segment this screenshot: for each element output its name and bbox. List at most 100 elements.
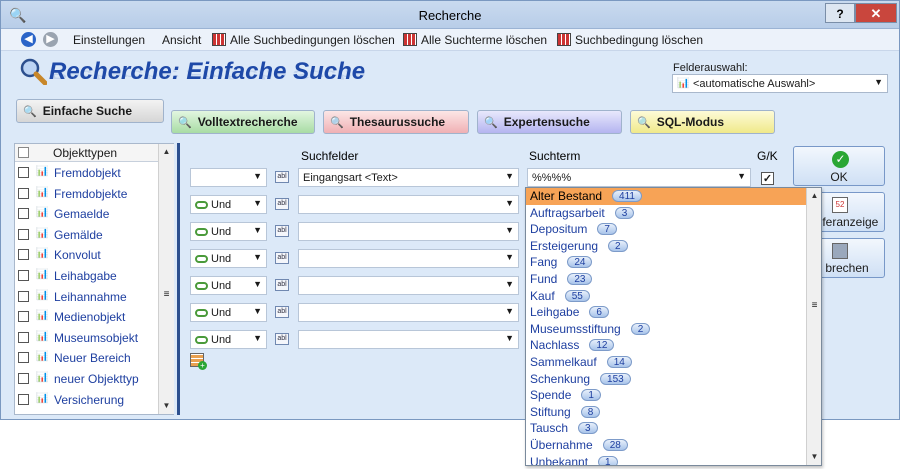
suggestion-item[interactable]: Nachlass 12 — [526, 337, 806, 354]
suggestion-item[interactable]: Depositum 7 — [526, 221, 806, 238]
object-type-label[interactable]: Versicherung — [54, 393, 124, 407]
search-field-select[interactable]: ▼ — [298, 303, 519, 322]
field-selection-select[interactable]: 📊 <automatische Auswahl> ▼ — [672, 74, 888, 93]
object-type-item[interactable]: 📊 Fremdobjekte — [15, 184, 158, 205]
forward-arrow-icon[interactable]: ▶ — [43, 32, 58, 47]
text-type-icon[interactable]: abl — [275, 252, 289, 264]
search-term-input[interactable]: %%%% ▼ — [527, 168, 751, 187]
object-type-checkbox[interactable] — [18, 167, 29, 178]
object-type-checkbox[interactable] — [18, 352, 29, 364]
operator-select[interactable]: Und ▼ — [190, 222, 267, 241]
suggestion-item[interactable]: Alter Bestand 411 — [526, 188, 806, 205]
menu-view[interactable]: Ansicht — [162, 33, 201, 47]
help-button[interactable]: ? — [825, 3, 855, 23]
scroll-up-icon[interactable]: ▲ — [807, 188, 821, 204]
object-type-label[interactable]: Medienobjekt — [54, 310, 125, 324]
menu-settings[interactable]: Einstellungen — [73, 33, 145, 47]
tab-expert[interactable]: 🔍 Expertensuche — [477, 110, 622, 134]
object-type-label[interactable]: Gemaelde — [54, 207, 109, 221]
operator-select[interactable]: Und ▼ — [190, 195, 267, 214]
search-field-select[interactable]: ▼ — [298, 276, 519, 295]
operator-select[interactable]: Und ▼ — [190, 303, 267, 322]
suggestion-item[interactable]: Fund 23 — [526, 271, 806, 288]
scroll-up-icon[interactable]: ▲ — [159, 144, 174, 160]
text-type-icon[interactable]: abl — [275, 225, 289, 237]
suggestion-item[interactable]: Museumsstiftung 2 — [526, 321, 806, 338]
search-field-select[interactable]: ▼ — [298, 195, 519, 214]
close-button[interactable]: ✕ — [855, 3, 897, 23]
tab-sql[interactable]: 🔍 SQL-Modus — [630, 110, 775, 134]
object-type-label[interactable]: Gemälde — [54, 228, 103, 242]
operator-select[interactable]: ▼ — [190, 168, 267, 187]
suggestion-item[interactable]: Leihgabe 6 — [526, 304, 806, 321]
suggestion-item[interactable]: Stiftung 8 — [526, 404, 806, 421]
clear-all-terms-button[interactable]: Alle Suchterme löschen — [403, 33, 547, 47]
object-type-item[interactable]: 📊 Konvolut — [15, 245, 158, 266]
object-type-label[interactable]: Neuer Bereich — [54, 351, 131, 365]
text-type-icon[interactable]: abl — [275, 333, 289, 345]
operator-select[interactable]: Und ▼ — [190, 249, 267, 268]
object-type-checkbox[interactable] — [18, 331, 29, 343]
suggestion-item[interactable]: Auftragsarbeit 3 — [526, 205, 806, 222]
scroll-grip-icon[interactable]: ≡ — [809, 300, 820, 311]
search-field-select[interactable]: ▼ — [298, 222, 519, 241]
object-type-item[interactable]: 📊 Leihannahme — [15, 287, 158, 308]
object-type-checkbox[interactable] — [18, 290, 29, 302]
suggestion-item[interactable]: Sammelkauf 14 — [526, 354, 806, 371]
suggestion-item[interactable]: Spende 1 — [526, 387, 806, 404]
object-type-checkbox[interactable] — [18, 311, 29, 323]
object-type-label[interactable]: Leihannahme — [54, 290, 127, 304]
object-type-checkbox[interactable] — [18, 208, 29, 220]
operator-select[interactable]: Und ▼ — [190, 276, 267, 295]
text-type-icon[interactable]: abl — [275, 198, 289, 210]
text-type-icon[interactable]: abl — [275, 306, 289, 318]
object-type-checkbox[interactable] — [18, 269, 29, 281]
scroll-down-icon[interactable]: ▼ — [159, 398, 174, 414]
suggestion-item[interactable]: Übernahme 28 — [526, 437, 806, 454]
tab-fulltext[interactable]: 🔍 Volltextrecherche — [171, 110, 315, 134]
object-type-label[interactable]: Museumsobjekt — [54, 331, 138, 345]
operator-select[interactable]: Und ▼ — [190, 330, 267, 349]
search-field-select[interactable]: ▼ — [298, 330, 519, 349]
text-type-icon[interactable]: abl — [275, 171, 289, 183]
search-field-select[interactable]: ▼ — [298, 249, 519, 268]
ok-button[interactable]: ✓ OK — [793, 146, 885, 186]
suggestion-item[interactable]: Fang 24 — [526, 254, 806, 271]
object-type-label[interactable]: Konvolut — [54, 248, 101, 262]
scroll-down-icon[interactable]: ▼ — [807, 449, 821, 465]
suggestion-item[interactable]: Schenkung 153 — [526, 371, 806, 388]
gk-checkbox[interactable]: ✓ — [761, 172, 774, 185]
text-type-icon[interactable]: abl — [275, 279, 289, 291]
object-type-label[interactable]: Leihabgabe — [54, 269, 117, 283]
object-type-item[interactable]: 📊 neuer Objekttyp — [15, 369, 158, 390]
search-field-select[interactable]: Eingangsart <Text> ▼ — [298, 168, 519, 187]
panel-divider[interactable] — [177, 143, 180, 415]
clear-condition-button[interactable]: Suchbedingung löschen — [557, 33, 703, 47]
select-all-checkbox[interactable] — [18, 147, 29, 158]
object-type-item[interactable]: 📊 Gemaelde — [15, 204, 158, 225]
object-type-checkbox[interactable] — [18, 249, 29, 261]
tab-thesaurus[interactable]: 🔍 Thesaurussuche — [323, 110, 469, 134]
object-type-label[interactable]: neuer Objekttyp — [54, 372, 139, 386]
add-row-icon[interactable]: + — [190, 353, 207, 370]
suggestion-item[interactable]: Tausch 3 — [526, 420, 806, 437]
object-type-checkbox[interactable] — [18, 393, 29, 405]
object-type-checkbox[interactable] — [18, 372, 29, 384]
object-types-scrollbar[interactable]: ▲ ≡ ▼ — [158, 144, 174, 414]
object-type-item[interactable]: 📊 Leihabgabe — [15, 266, 158, 287]
back-arrow-icon[interactable]: ◀ — [21, 32, 36, 47]
suggestion-item[interactable]: Ersteigerung 2 — [526, 238, 806, 255]
object-type-item[interactable]: 📊 Medienobjekt — [15, 307, 158, 328]
suggestion-item[interactable]: Kauf 55 — [526, 288, 806, 305]
object-type-item[interactable]: 📊 Museumsobjekt — [15, 328, 158, 349]
tab-simple-search[interactable]: 🔍 Einfache Suche — [16, 99, 164, 123]
scroll-grip-icon[interactable]: ≡ — [161, 289, 172, 300]
object-type-item[interactable]: 📊 Gemälde — [15, 225, 158, 246]
object-type-label[interactable]: Fremdobjekte — [54, 187, 127, 201]
object-type-item[interactable]: 📊 Versicherung — [15, 390, 158, 411]
object-type-label[interactable]: Fremdobjekt — [54, 166, 121, 180]
dropdown-scrollbar[interactable]: ▲ ≡ ▼ — [806, 188, 821, 465]
suggestion-item[interactable]: Unbekannt 1 — [526, 454, 806, 465]
object-type-item[interactable]: 📊 Neuer Bereich — [15, 348, 158, 369]
object-type-checkbox[interactable] — [18, 187, 29, 199]
